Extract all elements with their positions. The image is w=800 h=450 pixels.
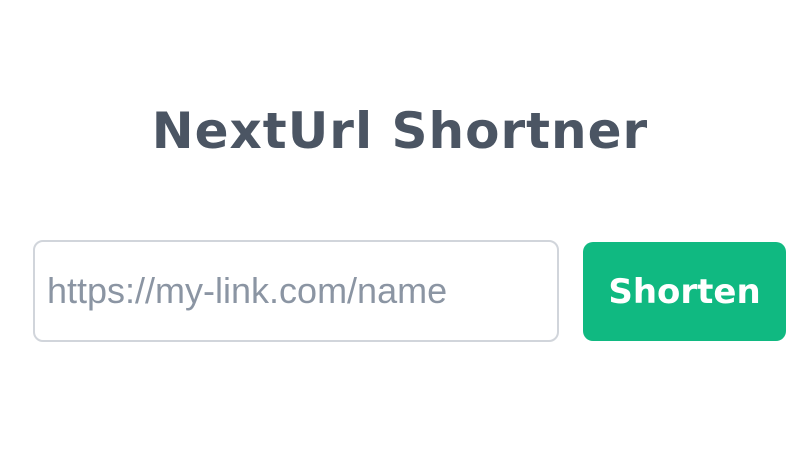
shorten-button[interactable]: Shorten	[583, 242, 786, 341]
app-root: NextUrl Shortner Shorten	[0, 0, 800, 450]
page-title: NextUrl Shortner	[151, 102, 649, 160]
shorten-form: Shorten	[33, 240, 788, 344]
url-input[interactable]	[33, 240, 559, 342]
